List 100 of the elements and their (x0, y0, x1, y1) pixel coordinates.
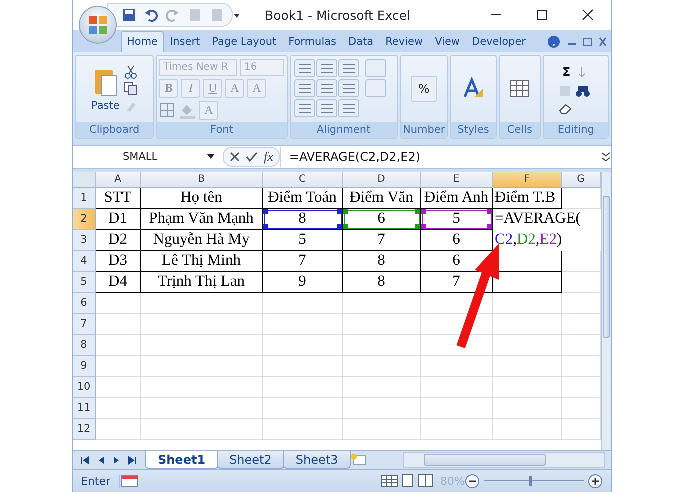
expand-icon[interactable] (601, 150, 611, 164)
row-header[interactable]: 10 (73, 377, 96, 398)
table-cell: Điểm T.B (493, 188, 562, 209)
page-break-icon[interactable] (416, 474, 435, 488)
column-header[interactable]: D (343, 172, 421, 188)
empty-cell (421, 419, 493, 440)
next-sheet-icon[interactable] (113, 456, 120, 464)
ribbon-tab[interactable]: Page Layout (206, 31, 283, 52)
last-sheet-icon[interactable] (128, 456, 137, 464)
table-cell: 6 (343, 209, 421, 230)
empty-cell (493, 356, 562, 377)
previous-sheet-icon[interactable] (98, 456, 105, 464)
number-group[interactable]: % Number (400, 55, 448, 139)
row-header[interactable]: 3 (73, 230, 96, 251)
close-icon[interactable] (582, 9, 594, 21)
checkmark-icon[interactable] (246, 152, 258, 162)
empty-cell (421, 335, 493, 356)
sheet-tab[interactable]: Sheet1 (145, 451, 219, 469)
row-header[interactable]: 8 (73, 335, 96, 356)
table-cell: 8 (343, 251, 421, 272)
styles-group[interactable]: Styles (450, 55, 497, 139)
sheet-tab[interactable]: Sheet3 (282, 451, 352, 469)
save-icon[interactable] (122, 8, 136, 22)
ribbon-tab[interactable]: Developer (466, 31, 532, 52)
row-header[interactable]: 11 (73, 398, 96, 419)
table-cell-text: C2,D2,E2) (494, 230, 564, 250)
column-header[interactable]: C (263, 172, 343, 188)
empty-cell (493, 293, 562, 314)
table-cell: 6 (421, 230, 493, 251)
table-cell: D3 (96, 251, 141, 272)
normal-view-icon[interactable] (380, 474, 399, 488)
editing-cell-text: =AVERAGE( (494, 209, 582, 229)
empty-cell (493, 398, 562, 419)
table-cell: 5 (263, 230, 343, 251)
group-label: Styles (451, 122, 496, 138)
empty-cell (421, 356, 493, 377)
copy-icon[interactable] (124, 82, 138, 96)
empty-cell (421, 377, 493, 398)
empty-cell (421, 398, 493, 419)
column-header[interactable]: B (141, 172, 263, 188)
name-box[interactable]: SMALL (73, 147, 223, 167)
maximize-icon[interactable] (536, 9, 548, 21)
ribbon-tab[interactable]: Formulas (282, 31, 343, 52)
empty-cell (421, 293, 493, 314)
first-sheet-icon[interactable] (81, 456, 90, 464)
column-header[interactable]: F (493, 172, 562, 188)
ribbon-tab[interactable]: View (429, 31, 466, 52)
empty-cell (421, 314, 493, 335)
ribbon-tab[interactable]: Data (342, 31, 380, 52)
zoom-level: 80% (440, 474, 465, 488)
row-header[interactable]: 9 (73, 356, 96, 377)
row-header[interactable]: 6 (73, 293, 96, 314)
table-cell: Lê Thị Minh (141, 251, 263, 272)
insert-function-button[interactable]: fx (264, 149, 274, 165)
ribbon-tab[interactable]: Review (380, 31, 430, 52)
row-header[interactable]: 7 (73, 314, 96, 335)
empty-cell (493, 314, 562, 335)
formula-field[interactable]: =AVERAGE(C2,D2,E2) (280, 147, 601, 167)
undo-icon[interactable] (144, 8, 158, 22)
table-cell: 5 (421, 209, 493, 230)
row-header[interactable]: 12 (73, 419, 96, 440)
column-header[interactable]: A (96, 172, 141, 188)
table-cell: 8 (343, 272, 421, 293)
autosum-button[interactable]: Σ (558, 64, 576, 80)
table-cell: 9 (263, 272, 343, 293)
group-label: Alignment (290, 122, 397, 138)
table-cell: Điểm Anh (421, 188, 493, 209)
table-icon[interactable] (508, 78, 531, 100)
row-header[interactable]: 5 (73, 272, 96, 293)
cells-group[interactable]: Cells (498, 55, 542, 139)
table-cell: D1 (96, 209, 141, 230)
row-header[interactable]: 4 (73, 251, 96, 272)
ribbon-tab[interactable]: Insert (164, 31, 206, 52)
table-cell: Điểm Toán (263, 188, 343, 209)
zoom-in-icon[interactable] (588, 474, 603, 488)
row-header[interactable]: 2 (73, 209, 96, 230)
vertical-scrollbar[interactable] (601, 172, 611, 450)
status-mode: Enter (73, 474, 120, 488)
horizontal-scrollbar[interactable] (403, 452, 605, 468)
zoom-out-icon[interactable] (465, 474, 480, 488)
row-header[interactable]: 1 (73, 188, 96, 209)
empty-cell (493, 335, 562, 356)
group-label: Cells (500, 122, 540, 138)
column-header[interactable]: E (421, 172, 493, 188)
table-cell: 7 (263, 251, 343, 272)
group-label: Editing (544, 122, 608, 138)
help-icon[interactable] (547, 35, 561, 49)
scissors-icon[interactable] (124, 65, 138, 79)
macro-record-icon[interactable] (120, 474, 140, 488)
office-logo (87, 14, 109, 36)
group-label: Font (157, 122, 287, 138)
group-label: Number (400, 122, 448, 138)
binoculars-icon[interactable] (575, 84, 592, 98)
table-cell: Trịnh Thị Lan (141, 272, 263, 293)
column-header[interactable]: G (562, 172, 601, 188)
ribbon-tab[interactable]: Home (121, 31, 164, 52)
cancel-icon[interactable] (230, 152, 240, 162)
paste-button[interactable]: Paste (91, 66, 120, 112)
sheet-tab[interactable]: Sheet2 (216, 451, 285, 469)
table-cell: Họ tên (141, 188, 263, 209)
